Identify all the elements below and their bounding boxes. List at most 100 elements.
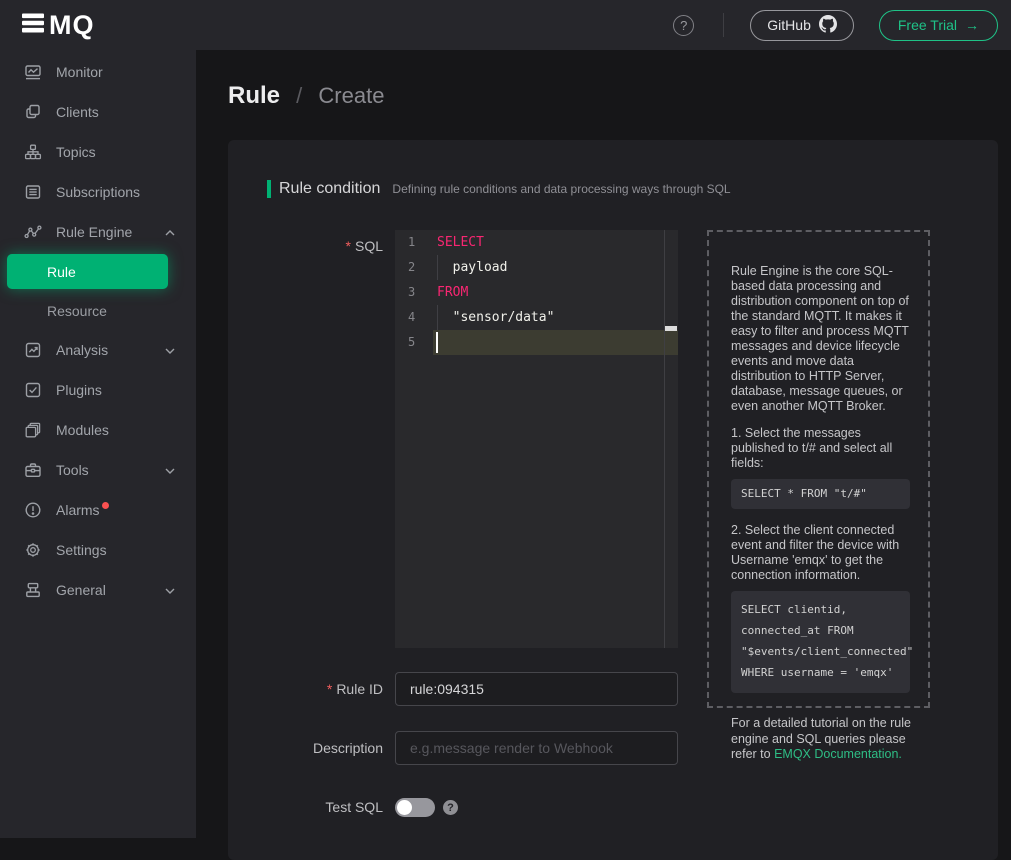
chevron-down-icon [164, 342, 176, 358]
tip-code-block: SELECT clientid, connected_at FROM "$eve… [731, 591, 910, 693]
arrow-right-icon: → [965, 17, 979, 33]
github-icon [819, 15, 837, 36]
free-trial-label: Free Trial [898, 17, 957, 33]
required-marker: * [327, 681, 332, 697]
tip-code-block: SELECT * FROM "t/#" [731, 479, 910, 509]
plugins-icon [24, 381, 42, 399]
sidebar-item-modules[interactable]: Modules [0, 410, 196, 450]
tip-code-line: "$events/client_connected" [741, 641, 900, 662]
clients-icon [24, 103, 42, 121]
line-number: 1 [395, 230, 433, 255]
editor-line: 2 payload [395, 255, 678, 280]
topbar-divider [723, 13, 724, 37]
sql-code-editor[interactable]: 1 SELECT 2 payload 3 FROM 4 [395, 230, 678, 648]
editor-scrollbar-thumb[interactable] [665, 326, 677, 331]
help-glyph: ? [447, 802, 454, 814]
code-text: FROM [433, 280, 468, 305]
github-button-label: GitHub [767, 17, 811, 33]
free-trial-button[interactable]: Free Trial → [879, 10, 998, 41]
emq-logo-bars-icon [22, 12, 46, 39]
tip-paragraph: Rule Engine is the core SQL-based data p… [731, 264, 910, 414]
sidebar-item-analysis[interactable]: Analysis [0, 330, 196, 370]
chevron-up-icon [164, 224, 176, 240]
tip-panel: Rule Engine is the core SQL-based data p… [707, 230, 930, 708]
breadcrumb: Rule / Create [228, 82, 1011, 110]
alarm-badge-dot [102, 502, 109, 509]
sidebar-menu: Monitor Clients Topics [0, 50, 196, 610]
sidebar: MQ Monitor Clients [0, 0, 196, 838]
sidebar-item-rule-engine[interactable]: Rule Engine [0, 212, 196, 252]
subscriptions-icon [24, 183, 42, 201]
analysis-icon [24, 341, 42, 359]
section-header: Rule condition Defining rule conditions … [267, 180, 998, 198]
breadcrumb-primary[interactable]: Rule [228, 82, 280, 109]
rule-id-input[interactable] [395, 672, 678, 706]
chevron-down-icon [164, 582, 176, 598]
sidebar-item-label: Monitor [56, 64, 103, 80]
sidebar-item-tools[interactable]: Tools [0, 450, 196, 490]
tip-footer: For a detailed tutorial on the rule engi… [707, 716, 930, 763]
sidebar-item-label: Modules [56, 422, 109, 438]
help-icon[interactable]: ? [673, 15, 694, 36]
test-sql-help-icon[interactable]: ? [443, 800, 458, 815]
description-input[interactable] [395, 731, 678, 765]
rule-create-card: Rule condition Defining rule conditions … [228, 140, 998, 860]
sidebar-item-monitor[interactable]: Monitor [0, 52, 196, 92]
line-number: 2 [395, 255, 433, 280]
main-content: Rule / Create Rule condition Defining ru… [196, 50, 1011, 838]
toggle-knob [397, 800, 412, 815]
modules-icon [24, 421, 42, 439]
tip-paragraph: 1. Select the messages published to t/# … [731, 426, 910, 471]
sidebar-item-topics[interactable]: Topics [0, 132, 196, 172]
code-text: "sensor/data" [433, 305, 554, 330]
sidebar-subitem-rule[interactable]: Rule [7, 254, 168, 289]
topics-icon [24, 143, 42, 161]
tip-code-line: WHERE username = 'emqx' [741, 662, 900, 683]
emq-logo-text: MQ [49, 10, 95, 41]
editor-line: 4 "sensor/data" [395, 305, 678, 330]
sidebar-item-label: Alarms [56, 502, 100, 518]
settings-icon [24, 541, 42, 559]
sidebar-subitem-rule-wrap: Rule [0, 252, 196, 291]
editor-text-cursor [436, 332, 438, 353]
sidebar-item-label: Analysis [56, 342, 108, 358]
tip-paragraph: 2. Select the client connected event and… [731, 523, 910, 583]
tip-code-line: SELECT clientid, [741, 599, 900, 620]
line-number: 4 [395, 305, 433, 330]
general-icon [24, 581, 42, 599]
breadcrumb-secondary: Create [318, 83, 384, 108]
breadcrumb-separator: / [296, 83, 302, 108]
sidebar-item-label: Tools [56, 462, 89, 478]
sidebar-item-plugins[interactable]: Plugins [0, 370, 196, 410]
sidebar-subitem-resource[interactable]: Resource [0, 291, 196, 330]
section-subtitle: Defining rule conditions and data proces… [392, 182, 730, 196]
sidebar-subitem-label: Resource [47, 303, 107, 319]
alarms-icon [24, 501, 42, 519]
section-title: Rule condition [279, 180, 380, 198]
sidebar-subitem-label: Rule [47, 264, 76, 280]
sql-label: *SQL [228, 230, 383, 648]
sidebar-item-label: Settings [56, 542, 107, 558]
chevron-down-icon [164, 462, 176, 478]
sidebar-item-label: Topics [56, 144, 96, 160]
sidebar-item-subscriptions[interactable]: Subscriptions [0, 172, 196, 212]
sidebar-item-clients[interactable]: Clients [0, 92, 196, 132]
github-button[interactable]: GitHub [750, 10, 854, 41]
test-sql-toggle[interactable] [395, 798, 435, 817]
sidebar-item-label: General [56, 582, 106, 598]
sidebar-item-general[interactable]: General [0, 570, 196, 610]
line-number: 5 [395, 330, 433, 355]
sidebar-item-label: Rule Engine [56, 224, 132, 240]
sidebar-item-settings[interactable]: Settings [0, 530, 196, 570]
editor-scrollbar-track[interactable] [664, 230, 678, 648]
sidebar-item-alarms[interactable]: Alarms [0, 490, 196, 530]
description-label: Description [228, 731, 383, 765]
code-text: SELECT [433, 230, 484, 255]
tip-aside: Rule Engine is the core SQL-based data p… [707, 230, 930, 763]
rule-engine-icon [24, 223, 42, 241]
editor-line: 1 SELECT [395, 230, 678, 255]
emqx-documentation-link[interactable]: EMQX Documentation. [774, 747, 902, 761]
emq-logo[interactable]: MQ [0, 0, 196, 50]
help-glyph: ? [680, 18, 687, 33]
sidebar-item-label: Clients [56, 104, 99, 120]
